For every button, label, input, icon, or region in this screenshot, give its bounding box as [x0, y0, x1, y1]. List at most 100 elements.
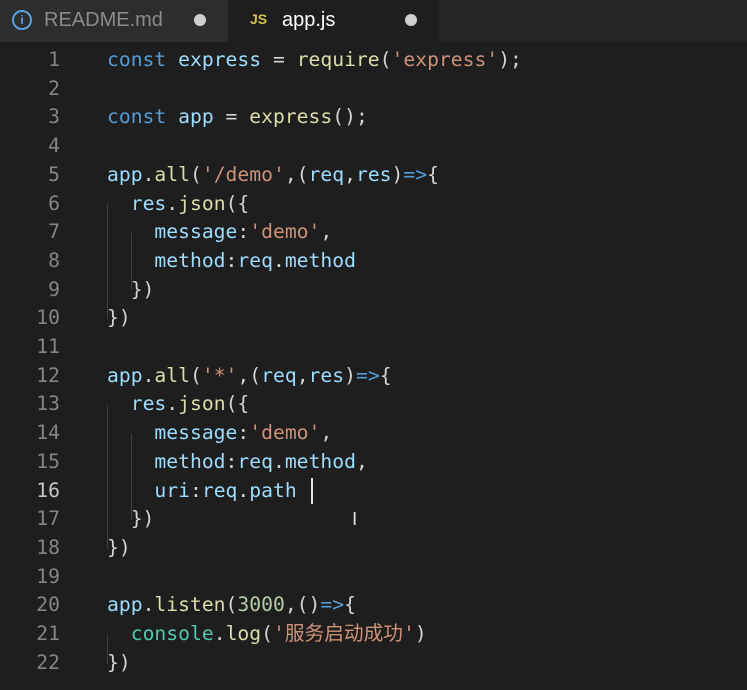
line-number: 20: [36, 593, 60, 617]
code-token: req: [261, 363, 297, 387]
code-line[interactable]: 4: [0, 132, 747, 161]
code-token: ,(: [284, 162, 309, 186]
code-token: :: [225, 248, 238, 272]
line-number: 1: [48, 48, 60, 71]
code-line[interactable]: 22}): [0, 649, 747, 678]
code-token: req: [237, 449, 273, 473]
code-line[interactable]: 19: [0, 563, 747, 592]
code-line[interactable]: 7 message:'demo',: [0, 218, 747, 247]
code-text: app.all('/demo',(req,res)=>{: [107, 161, 439, 190]
code-token: {: [344, 593, 356, 617]
code-token: :: [237, 220, 250, 244]
code-token: app: [107, 593, 143, 617]
line-number: 11: [36, 335, 60, 358]
code-text: }): [107, 649, 131, 678]
code-token: ,: [355, 449, 368, 473]
code-token: log: [225, 622, 262, 645]
code-line[interactable]: 5 app.all('/demo',(req,res)=>{: [0, 161, 747, 190]
code-token: 'demo': [249, 220, 321, 244]
code-line[interactable]: 6 res.json({: [0, 190, 747, 219]
line-number: 7: [48, 220, 60, 244]
code-line[interactable]: 13 res.json({: [0, 390, 747, 419]
code-line[interactable]: 3 const app = express();: [0, 103, 747, 132]
code-token: method: [284, 248, 356, 272]
code-token: .: [142, 593, 155, 617]
line-number: 17: [36, 507, 60, 531]
line-number: 6: [48, 191, 60, 215]
code-line[interactable]: 20 app.listen(3000,()=>{: [0, 591, 747, 620]
code-token: );: [498, 48, 522, 71]
code-line[interactable]: 15 method:req.method,: [0, 448, 747, 477]
ibeam-cursor-icon: I: [352, 509, 358, 530]
code-text: app.listen(3000,()=>{: [107, 591, 356, 620]
code-token: }): [107, 277, 155, 301]
code-editor[interactable]: 1 const express = require('express'); 2 3 co…: [0, 46, 747, 690]
code-line[interactable]: 11: [0, 333, 747, 362]
line-number: 10: [36, 306, 60, 330]
code-token: res: [355, 162, 392, 186]
code-text: }): [107, 534, 131, 563]
code-line[interactable]: 10}): [0, 304, 747, 333]
unsaved-dot-icon[interactable]: [405, 14, 417, 26]
code-token: express: [178, 48, 262, 71]
code-line[interactable]: 14 message:'demo',: [0, 419, 747, 448]
line-number: 8: [48, 248, 60, 272]
code-line[interactable]: 9 }): [0, 276, 747, 305]
tab-readme[interactable]: i README.md: [0, 0, 228, 42]
code-token: (: [379, 48, 392, 71]
code-line[interactable]: 12 app.all('*',(req,res)=>{: [0, 362, 747, 391]
code-token: ): [414, 622, 427, 645]
code-text: const app = express();: [107, 103, 368, 132]
line-number: 13: [36, 392, 60, 416]
line-number: 5: [48, 162, 60, 186]
code-token: ,: [320, 220, 333, 244]
code-token: 3000: [237, 593, 285, 617]
unsaved-dot-icon[interactable]: [194, 14, 206, 26]
code-line[interactable]: 2: [0, 75, 747, 104]
code-token: json: [178, 191, 226, 215]
code-line[interactable]: 1 const express = require('express');: [0, 46, 747, 75]
code-token: app: [178, 105, 214, 129]
code-token: (: [189, 363, 202, 387]
tab-app-js[interactable]: JS app.js: [228, 0, 438, 42]
code-token: ,: [296, 363, 309, 387]
code-token: =>: [403, 162, 428, 186]
code-token: const: [107, 105, 167, 129]
code-token: '服务启动成功': [272, 622, 415, 645]
code-line[interactable]: 21 console.log('服务启动成功'): [0, 620, 747, 649]
code-token: express: [249, 105, 333, 129]
code-text: res.json({: [107, 190, 250, 219]
code-token: =: [261, 48, 297, 71]
code-line[interactable]: 8 method:req.method: [0, 247, 747, 276]
code-line[interactable]: 17 }): [0, 505, 747, 534]
code-line[interactable]: 18}): [0, 534, 747, 563]
code-token: .: [272, 449, 285, 473]
code-text: message:'demo',: [107, 218, 332, 247]
code-token: =>: [320, 593, 345, 617]
line-number: 15: [36, 449, 60, 473]
code-text: message:'demo',: [107, 419, 332, 448]
code-token: (: [225, 593, 238, 617]
code-token: app: [107, 363, 143, 387]
code-token: all: [154, 363, 190, 387]
text-cursor: [311, 478, 313, 504]
code-token: require: [296, 48, 380, 71]
code-token: .: [142, 363, 155, 387]
code-text: method:req.method,: [107, 448, 368, 477]
code-token: res: [308, 363, 345, 387]
code-text: }): [107, 304, 131, 333]
tab-label: README.md: [44, 9, 163, 31]
code-token: app: [107, 162, 143, 186]
code-token: method: [284, 449, 356, 473]
line-number: 4: [48, 134, 60, 158]
code-token: const: [107, 48, 167, 71]
code-line[interactable]: 16 uri:req.path: [0, 477, 747, 506]
code-token: ({: [225, 191, 250, 215]
